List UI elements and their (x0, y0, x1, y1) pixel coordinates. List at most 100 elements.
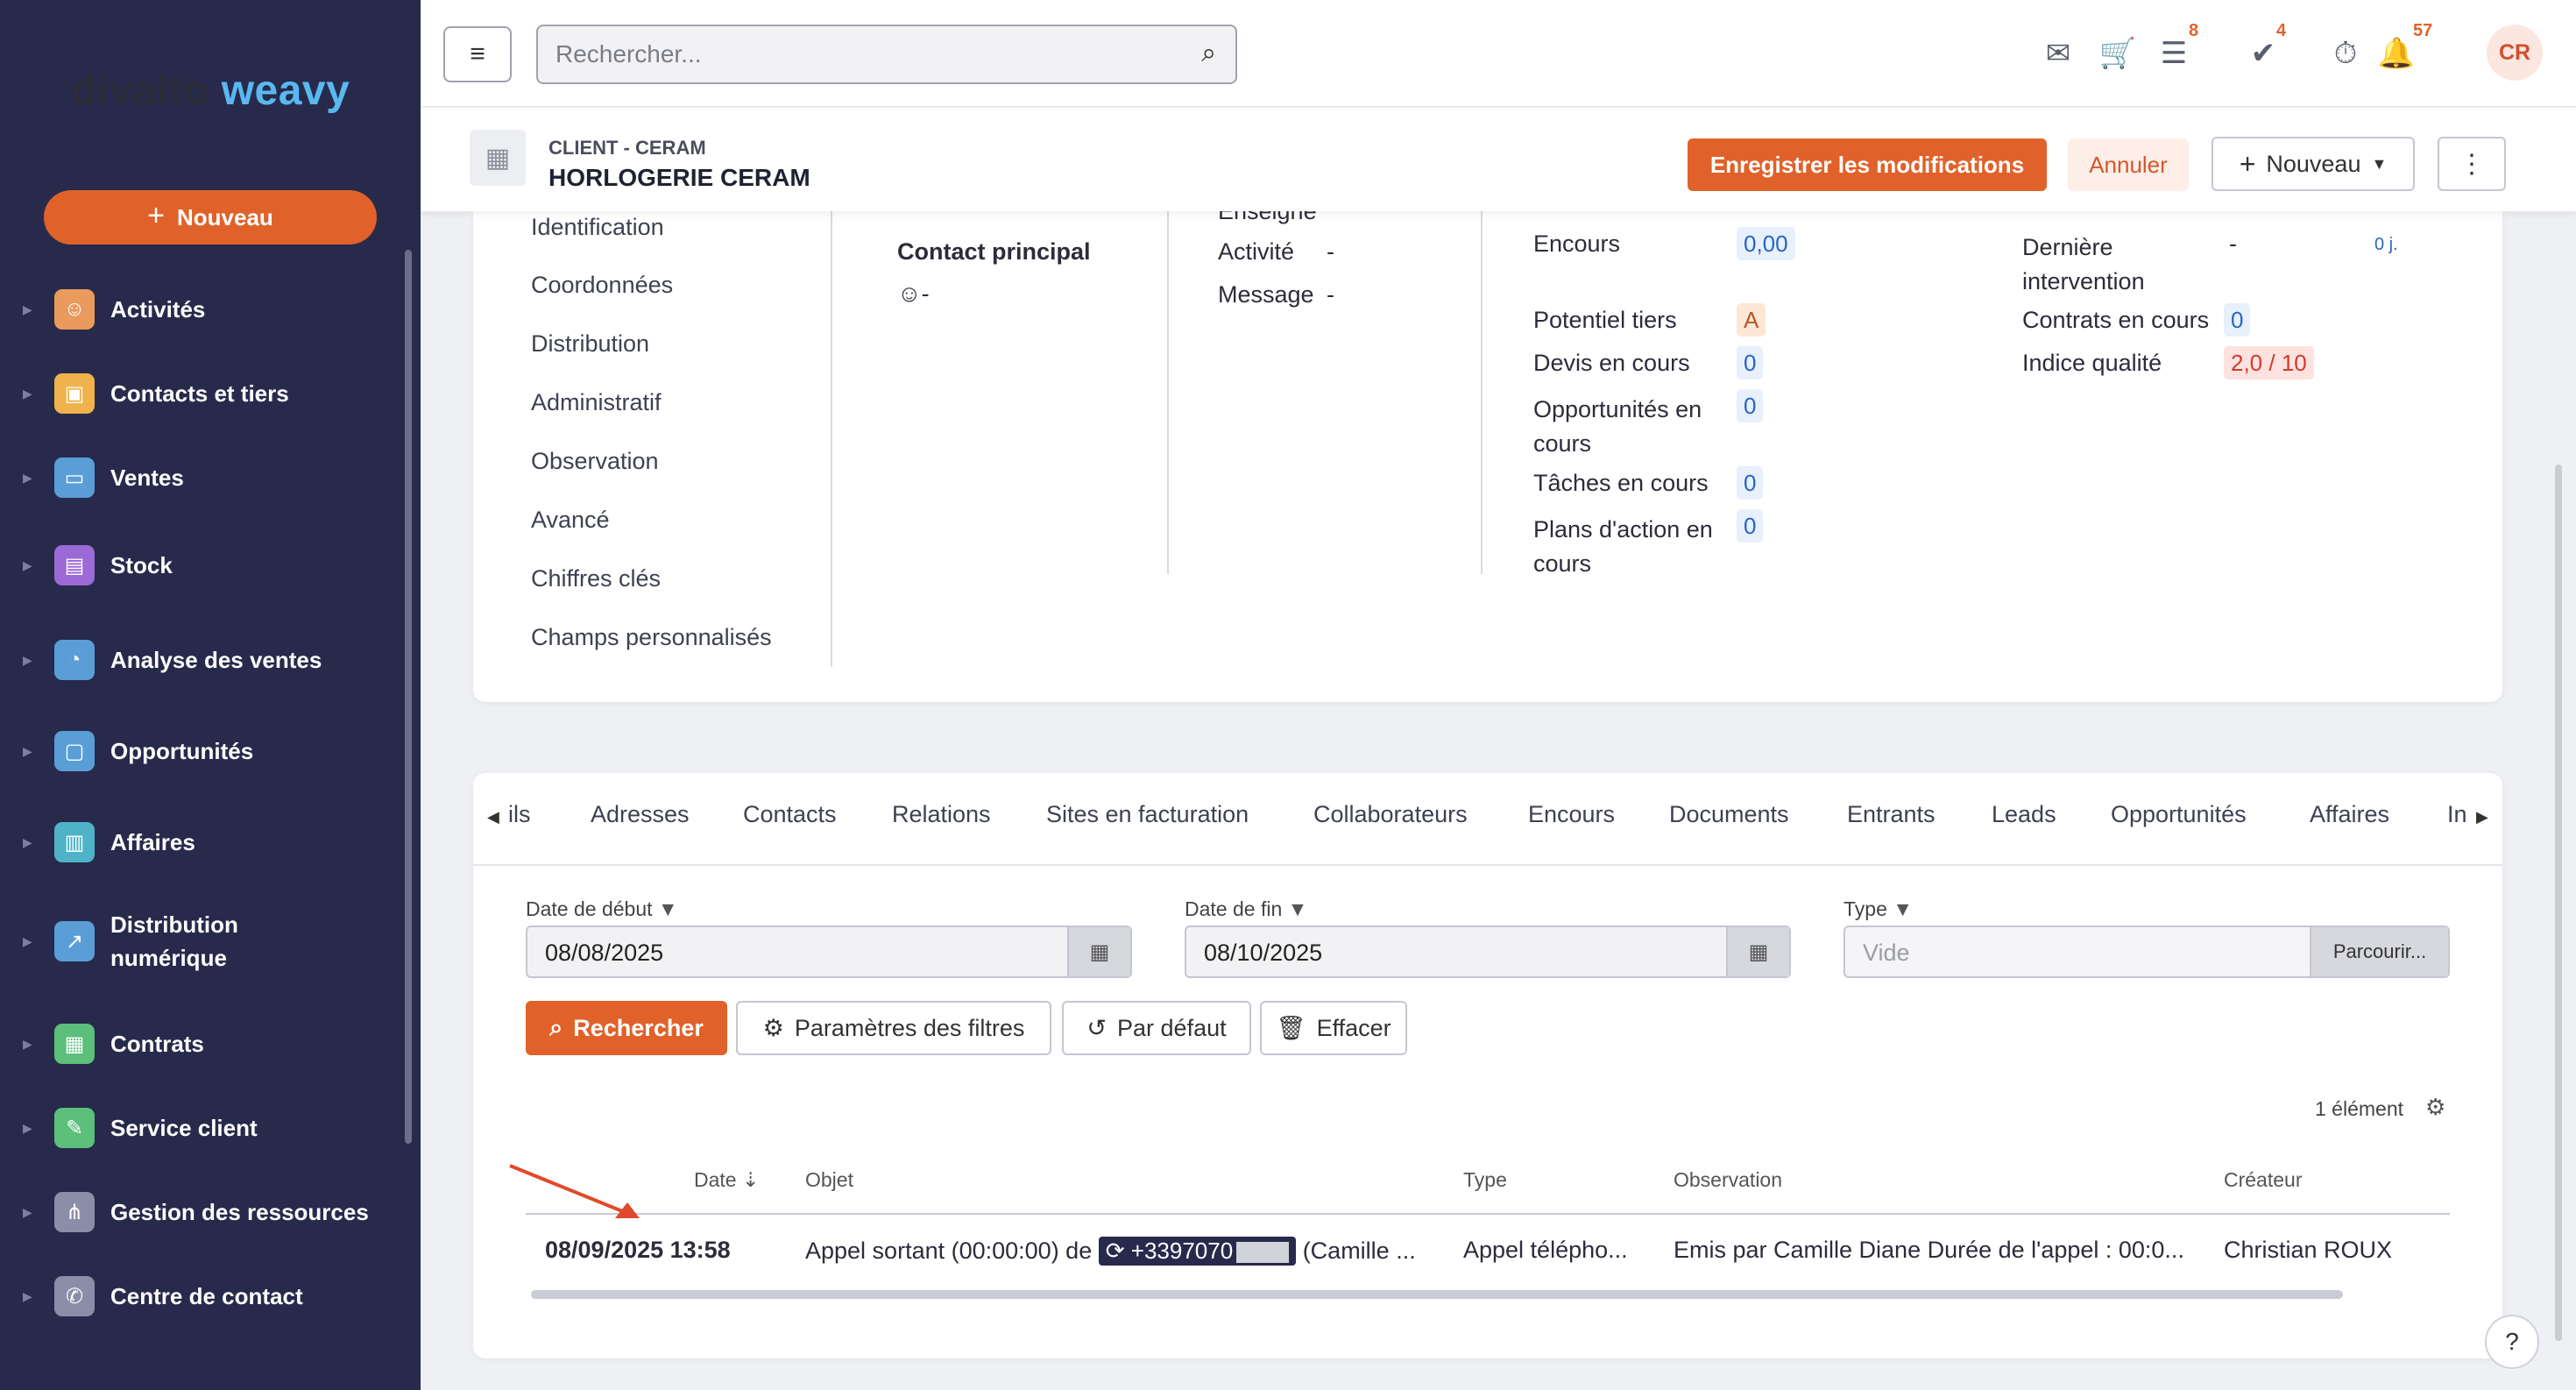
gear-icon: ⚙ (762, 1014, 784, 1041)
sidebar-item-service-client[interactable]: ▶ ✎ Service client (0, 1108, 403, 1148)
derniere-intervention-value: - (2229, 230, 2237, 257)
sidebar-item-centre-contact[interactable]: ▶ ✆ Centre de contact (0, 1276, 403, 1316)
user-avatar[interactable]: CR (2487, 25, 2543, 81)
col-header-createur[interactable]: Créateur (2224, 1168, 2302, 1192)
col-header-type[interactable]: Type (1463, 1168, 1507, 1192)
opportunites-value[interactable]: 0 (1737, 389, 1764, 422)
caret-right-icon: ▶ (23, 1120, 32, 1135)
tab-relations[interactable]: Relations (892, 801, 991, 828)
tab-partial[interactable]: In (2447, 801, 2467, 828)
page-scrollbar[interactable] (2555, 465, 2562, 1341)
end-date-field[interactable]: 08/10/2025 ▦ (1185, 925, 1791, 978)
tabs-scroll-left-icon[interactable]: ◀ (487, 808, 499, 826)
search-icon[interactable]: ⌕ (1201, 39, 1216, 68)
cart-icon[interactable]: 🛒 (2098, 32, 2138, 75)
sidebar-item-activites[interactable]: ▶ ☺ Activités (0, 289, 403, 330)
gear-icon[interactable]: ⚙ (2425, 1094, 2445, 1121)
bell-icon[interactable]: 🔔 57 (2376, 21, 2432, 75)
tab-contacts[interactable]: Contacts (743, 801, 837, 828)
col-header-objet[interactable]: Objet (805, 1168, 853, 1192)
search-button[interactable]: ⌕ Rechercher (526, 1001, 727, 1055)
mail-icon[interactable]: ✉ (2038, 32, 2078, 75)
sidebar-item-ventes[interactable]: ▶ ▭ Ventes (0, 457, 403, 498)
tab-documents[interactable]: Documents (1669, 801, 1789, 828)
table-horizontal-scrollbar[interactable] (531, 1290, 2343, 1299)
type-field[interactable]: Vide Parcourir... (1844, 925, 2450, 978)
devis-value[interactable]: 0 (1737, 346, 1764, 379)
browse-button[interactable]: Parcourir... (2310, 927, 2448, 976)
section-link-champs-personnalises[interactable]: Champs personnalisés (531, 624, 772, 651)
caret-right-icon: ▶ (23, 470, 32, 485)
start-date-field[interactable]: 08/08/2025 ▦ (526, 925, 1132, 978)
caret-right-icon: ▶ (23, 1288, 32, 1303)
opportunites-label: Opportunités en cours (1533, 396, 1702, 457)
section-link-avance[interactable]: Avancé (531, 507, 610, 534)
refresh-icon: ⟳ (1105, 1238, 1125, 1264)
sidebar-item-ressources[interactable]: ▶ ⋔ Gestion des ressources (0, 1192, 403, 1232)
more-options-button[interactable]: ⋮ (2438, 137, 2506, 191)
activite-value: - (1327, 238, 1334, 265)
col-header-date[interactable]: Date ⇣ (694, 1168, 759, 1192)
filter-settings-button[interactable]: ⚙ Paramètres des filtres (736, 1001, 1051, 1055)
new-dropdown-button[interactable]: + Nouveau ▼ (2212, 137, 2415, 191)
clear-button[interactable]: 🗑 Effacer (1260, 1001, 1407, 1055)
cancel-button[interactable]: Annuler (2068, 138, 2189, 191)
sidebar-item-stock[interactable]: ▶ ▤ Stock (0, 545, 403, 585)
tab-encours[interactable]: Encours (1528, 801, 1615, 828)
sidebar-item-distribution[interactable]: ▶ ↗ Distribution numérique (0, 908, 403, 975)
sidebar-item-analyse[interactable]: ▶ ◔ Analyse des ventes (0, 640, 403, 680)
section-link-chiffres-cles[interactable]: Chiffres clés (531, 565, 661, 592)
phone-chip[interactable]: ⟳ +3397070 (1098, 1237, 1297, 1266)
warehouse-icon: ▤ (54, 545, 95, 585)
taches-value[interactable]: 0 (1737, 466, 1764, 500)
section-link-administratif[interactable]: Administratif (531, 389, 662, 416)
contrats-value[interactable]: 0 (2224, 303, 2251, 337)
sidebar-new-button[interactable]: + Nouveau (44, 190, 377, 245)
section-link-identification[interactable]: Identification (531, 214, 664, 241)
plans-value[interactable]: 0 (1737, 509, 1764, 543)
tab-adresses[interactable]: Adresses (591, 801, 690, 828)
caret-right-icon: ▶ (23, 933, 32, 948)
encours-value[interactable]: 0,00 (1737, 227, 1795, 260)
sidebar-scrollbar[interactable] (405, 250, 412, 1144)
col-header-observation[interactable]: Observation (1674, 1168, 1782, 1192)
wrench-icon: ✎ (54, 1108, 95, 1148)
section-link-coordonnees[interactable]: Coordonnées (531, 272, 673, 299)
tab-collaborateurs[interactable]: Collaborateurs (1313, 801, 1468, 828)
sidebar-item-contrats[interactable]: ▶ ▦ Contrats (0, 1024, 403, 1064)
end-date-label: Date de fin ▼ (1185, 897, 1308, 920)
tabs-scroll-right-icon[interactable]: ▶ (2476, 808, 2488, 826)
reset-default-button[interactable]: ↺ Par défaut (1062, 1001, 1251, 1055)
sidebar-item-affaires[interactable]: ▶ ▥ Affaires (0, 822, 403, 862)
section-link-distribution[interactable]: Distribution (531, 330, 649, 358)
filter-icon: ▼ (1893, 897, 1914, 920)
global-search[interactable]: ⌕ (536, 25, 1237, 84)
menu-toggle-button[interactable]: ≡ (443, 26, 512, 82)
tab-sites-facturation[interactable]: Sites en facturation (1046, 801, 1249, 828)
divider (831, 211, 832, 667)
tasks-check-icon[interactable]: ✔ 4 (2243, 21, 2286, 75)
app-logo[interactable]: divalto weavy (0, 67, 421, 115)
help-button[interactable]: ? (2485, 1315, 2539, 1369)
sort-desc-icon: ⇣ (741, 1168, 760, 1191)
tab-opportunites[interactable]: Opportunités (2111, 801, 2247, 828)
list-icon[interactable]: ☰ 8 (2154, 21, 2198, 75)
sidebar-item-opportunites[interactable]: ▶ ▢ Opportunités (0, 731, 403, 771)
tab-details[interactable]: ils (508, 801, 531, 828)
calendar-icon[interactable]: ▦ (1067, 927, 1130, 976)
tab-affaires[interactable]: Affaires (2310, 801, 2389, 828)
message-label: Message (1218, 281, 1314, 308)
tab-leads[interactable]: Leads (1992, 801, 2056, 828)
trash-icon: 🗑 (1276, 1015, 1306, 1041)
phone-icon: ✆ (54, 1276, 95, 1316)
timer-icon[interactable]: ⏱ (2325, 32, 2366, 75)
message-value: - (1327, 281, 1334, 308)
tab-entrants[interactable]: Entrants (1847, 801, 1936, 828)
section-link-observation[interactable]: Observation (531, 448, 659, 475)
divider (1167, 211, 1169, 574)
calendar-icon[interactable]: ▦ (1726, 927, 1789, 976)
devis-label: Devis en cours (1533, 350, 1690, 376)
save-changes-button[interactable]: Enregistrer les modifications (1688, 138, 2047, 191)
sidebar-item-contacts[interactable]: ▶ ▣ Contacts et tiers (0, 373, 403, 414)
search-input[interactable] (538, 26, 1169, 82)
